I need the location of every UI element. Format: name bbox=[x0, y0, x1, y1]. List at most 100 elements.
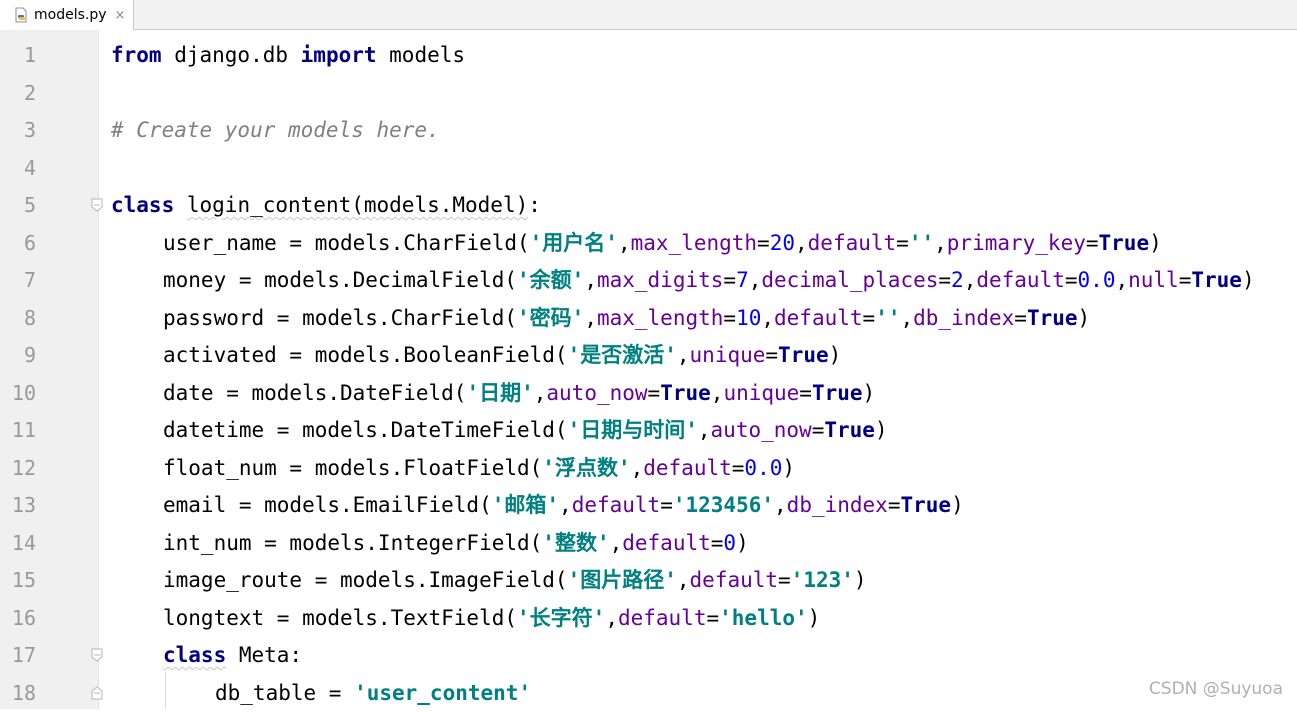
line-number: 14 bbox=[0, 525, 36, 563]
editor-tab-bar: models.py × bbox=[0, 0, 1297, 30]
code-text: class Meta: bbox=[163, 637, 302, 675]
code-token: True bbox=[660, 381, 711, 405]
code-token: 0 bbox=[723, 531, 736, 555]
code-text: email = models.EmailField('邮箱',default='… bbox=[163, 487, 964, 525]
code-token: user_name = models.CharField( bbox=[163, 231, 530, 255]
code-token: = bbox=[1014, 306, 1027, 330]
code-token: default bbox=[643, 456, 732, 480]
code-token: int_num = models.IntegerField( bbox=[163, 531, 542, 555]
code-token: = bbox=[778, 568, 791, 592]
fold-end-icon[interactable] bbox=[89, 685, 105, 701]
code-token: = bbox=[648, 381, 661, 405]
code-token: default bbox=[976, 268, 1065, 292]
code-token: default bbox=[774, 306, 863, 330]
tab-models-py[interactable]: models.py × bbox=[0, 0, 134, 30]
code-token: '' bbox=[875, 306, 900, 330]
fold-open-icon[interactable] bbox=[89, 647, 105, 663]
code-text: activated = models.BooleanField('是否激活',u… bbox=[163, 337, 841, 375]
code-line[interactable]: 6user_name = models.CharField('用户名',max_… bbox=[0, 225, 1297, 263]
code-token: '' bbox=[909, 231, 934, 255]
code-text: class login_content(models.Model): bbox=[111, 187, 541, 225]
code-token: password = models.CharField( bbox=[163, 306, 517, 330]
code-token: ) bbox=[863, 381, 876, 405]
code-token: 20 bbox=[770, 231, 795, 255]
code-token: default bbox=[622, 531, 711, 555]
code-token: , bbox=[749, 268, 762, 292]
code-token: default bbox=[690, 568, 779, 592]
code-line[interactable]: 1 from django.db import models bbox=[0, 37, 1297, 75]
code-token: = bbox=[1179, 268, 1192, 292]
code-token: True bbox=[778, 343, 829, 367]
code-token: auto_now bbox=[546, 381, 647, 405]
code-token: ) bbox=[808, 606, 821, 630]
code-token: activated = models.BooleanField( bbox=[163, 343, 568, 367]
code-token: '123456' bbox=[673, 493, 774, 517]
code-token: = bbox=[938, 268, 951, 292]
code-line[interactable]: 12float_num = models.FloatField('浮点数',de… bbox=[0, 450, 1297, 488]
code-token: import bbox=[301, 43, 377, 67]
code-line[interactable]: 8password = models.CharField('密码',max_le… bbox=[0, 300, 1297, 338]
code-token: ) bbox=[1149, 231, 1162, 255]
code-token: = bbox=[711, 531, 724, 555]
fold-open-icon[interactable] bbox=[89, 197, 105, 213]
code-token: 0.0 bbox=[744, 456, 782, 480]
code-line[interactable]: 14 int_num = models.IntegerField('整数',def… bbox=[0, 525, 1297, 563]
code-token: = bbox=[1065, 268, 1078, 292]
line-number: 4 bbox=[0, 150, 36, 188]
code-line[interactable]: 16longtext = models.TextField('长字符',defa… bbox=[0, 600, 1297, 638]
code-token: , bbox=[605, 606, 618, 630]
code-token: email = models.EmailField( bbox=[163, 493, 492, 517]
code-token: , bbox=[618, 231, 631, 255]
code-line[interactable]: 13 email = models.EmailField('邮箱',default… bbox=[0, 487, 1297, 525]
code-token: '余额' bbox=[517, 268, 584, 292]
code-line[interactable]: 10date = models.DateField('日期',auto_now=… bbox=[0, 375, 1297, 413]
code-token: , bbox=[534, 381, 547, 405]
code-token: max_digits bbox=[597, 268, 723, 292]
code-token: '日期' bbox=[466, 381, 533, 405]
code-line[interactable]: 9 activated = models.BooleanField('是否激活',… bbox=[0, 337, 1297, 375]
code-token: ) bbox=[854, 568, 867, 592]
code-line[interactable]: 4 bbox=[0, 150, 1297, 188]
code-token: '邮箱' bbox=[492, 493, 559, 517]
line-number: 18 bbox=[0, 675, 36, 712]
line-number: 9 bbox=[0, 337, 36, 375]
code-token: '整数' bbox=[542, 531, 609, 555]
code-token: , bbox=[934, 231, 947, 255]
code-token bbox=[174, 193, 187, 217]
code-token: , bbox=[795, 231, 808, 255]
code-token: , bbox=[677, 568, 690, 592]
code-line[interactable]: 11datetime = models.DateTimeField('日期与时间… bbox=[0, 412, 1297, 450]
code-token: class bbox=[163, 643, 226, 667]
code-text: image_route = models.ImageField('图片路径',d… bbox=[163, 562, 867, 600]
code-token: unique bbox=[690, 343, 766, 367]
code-token: float_num = models.FloatField( bbox=[163, 456, 542, 480]
line-number: 5 bbox=[0, 187, 36, 225]
code-line[interactable]: 17class Meta: bbox=[0, 637, 1297, 675]
code-line[interactable]: 5 class login_content(models.Model): bbox=[0, 187, 1297, 225]
code-text: from django.db import models bbox=[111, 37, 465, 75]
line-number: 13 bbox=[0, 487, 36, 525]
line-number: 1 bbox=[0, 37, 36, 75]
code-token: django.db bbox=[162, 43, 301, 67]
code-token: True bbox=[1027, 306, 1078, 330]
code-text: float_num = models.FloatField('浮点数',defa… bbox=[163, 450, 795, 488]
code-token: , bbox=[900, 306, 913, 330]
code-token: , bbox=[964, 268, 977, 292]
code-token: ) bbox=[875, 418, 888, 442]
code-token: = bbox=[723, 268, 736, 292]
code-token: # Create your models here. bbox=[111, 118, 440, 142]
code-line[interactable]: 3# Create your models here. bbox=[0, 112, 1297, 150]
code-text: int_num = models.IntegerField('整数',defau… bbox=[163, 525, 749, 563]
code-token: , bbox=[559, 493, 572, 517]
code-token: from bbox=[111, 43, 162, 67]
code-token: ) bbox=[1078, 306, 1091, 330]
code-line[interactable]: 2 bbox=[0, 75, 1297, 113]
line-number: 2 bbox=[0, 75, 36, 113]
code-token: '用户名' bbox=[530, 231, 618, 255]
code-line[interactable]: 15image_route = models.ImageField('图片路径'… bbox=[0, 562, 1297, 600]
code-line[interactable]: 7money = models.DecimalField('余额',max_di… bbox=[0, 262, 1297, 300]
code-line[interactable]: 18db_table = 'user_content' bbox=[0, 675, 1297, 712]
code-token: = bbox=[723, 306, 736, 330]
close-icon[interactable]: × bbox=[115, 8, 126, 23]
code-token: , bbox=[1115, 268, 1128, 292]
